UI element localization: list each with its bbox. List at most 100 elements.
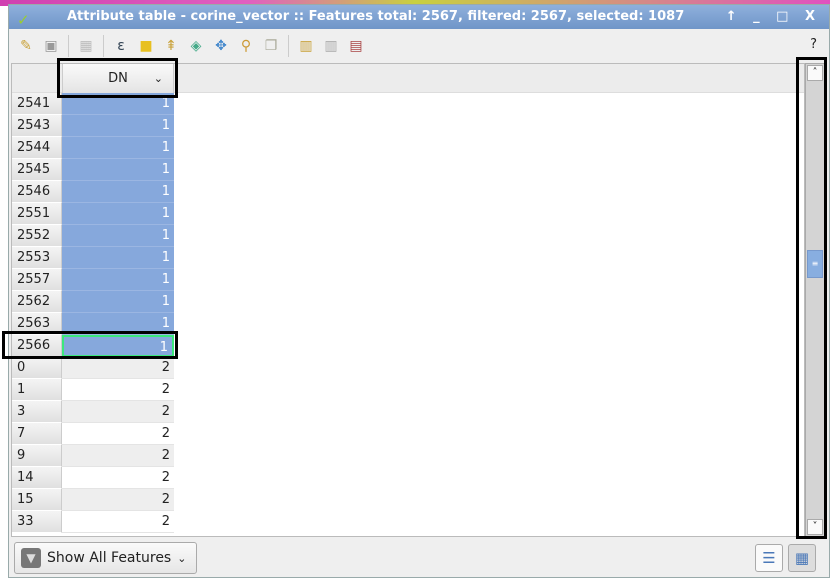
- row-header[interactable]: 2551: [12, 203, 62, 225]
- table-row[interactable]: 33 2: [12, 511, 174, 533]
- table-row[interactable]: 2566 1: [12, 335, 174, 357]
- form-view-icon: ☰: [762, 549, 776, 567]
- dn-cell[interactable]: 1: [62, 137, 174, 159]
- dn-cell[interactable]: 1: [62, 115, 174, 137]
- dn-cell[interactable]: 1: [62, 269, 174, 291]
- delete-selected-icon[interactable]: ▦: [75, 35, 97, 57]
- table-row[interactable]: 14 2: [12, 467, 174, 489]
- row-header[interactable]: 3: [12, 401, 62, 423]
- dn-cell[interactable]: 2: [62, 423, 174, 445]
- attribute-table: DN ⌄ 2541 1 2543 1 2544 1 2545 1 2546 1 2551 1 2552 1 2…: [11, 63, 805, 537]
- dn-cell[interactable]: 2: [62, 467, 174, 489]
- table-row[interactable]: 2562 1: [12, 291, 174, 313]
- window-controls[interactable]: ↑ _ □ X: [726, 5, 821, 29]
- dn-cell[interactable]: 1: [62, 291, 174, 313]
- table-view-icon: ▦: [794, 549, 810, 567]
- expression-select-icon[interactable]: ε: [110, 35, 132, 57]
- copy-icon[interactable]: ❐: [260, 35, 282, 57]
- row-header[interactable]: 14: [12, 467, 62, 489]
- attribute-table-window: ✓ Attribute table - corine_vector :: Fea…: [8, 4, 830, 578]
- table-row[interactable]: 32: [12, 401, 174, 423]
- table-row[interactable]: 2552 1: [12, 225, 174, 247]
- row-header[interactable]: 7: [12, 423, 62, 445]
- table-row[interactable]: 2543 1: [12, 115, 174, 137]
- row-header[interactable]: 9: [12, 445, 62, 467]
- table-row[interactable]: 12: [12, 379, 174, 401]
- table-row[interactable]: 2541 1: [12, 93, 174, 115]
- help-button[interactable]: ?: [810, 37, 817, 52]
- dn-cell[interactable]: 2: [62, 401, 174, 423]
- column-header-dn[interactable]: DN ⌄: [62, 64, 174, 93]
- chevron-down-icon: ⌄: [177, 551, 187, 565]
- dn-cell[interactable]: 1: [62, 225, 174, 247]
- row-header[interactable]: 2562: [12, 291, 62, 313]
- zoom-to-selection-icon[interactable]: ⚲: [235, 35, 257, 57]
- move-selection-top-icon[interactable]: ⇞: [160, 35, 182, 57]
- dn-cell[interactable]: 1: [62, 159, 174, 181]
- row-header[interactable]: 33: [12, 511, 62, 533]
- scroll-down-button[interactable]: ˅: [807, 519, 823, 535]
- row-header[interactable]: 2557: [12, 269, 62, 291]
- form-view-button[interactable]: ☰: [755, 544, 783, 572]
- dn-cell[interactable]: 1: [62, 335, 174, 357]
- table-row[interactable]: 2546 1: [12, 181, 174, 203]
- row-header[interactable]: 2546: [12, 181, 62, 203]
- separator: [288, 35, 289, 57]
- filter-label: Show All Features: [47, 550, 172, 566]
- row-header[interactable]: 2566: [12, 335, 62, 357]
- table-row[interactable]: 2551 1: [12, 203, 174, 225]
- toolbar: ✎ ▣ ▦ ε ■ ⇞ ◈ ✥ ⚲ ❐ ▥ ▥ ▤ ?: [9, 31, 829, 61]
- scroll-up-button[interactable]: ˄: [807, 65, 823, 81]
- vertical-scrollbar[interactable]: ˄ ≡ ˅: [805, 63, 825, 537]
- scrollbar-thumb[interactable]: ≡: [807, 250, 823, 278]
- new-column-icon[interactable]: ▥: [295, 35, 317, 57]
- column-label: DN: [108, 71, 128, 86]
- dn-cell[interactable]: 2: [62, 379, 174, 401]
- row-header[interactable]: 1: [12, 379, 62, 401]
- dn-cell[interactable]: 1: [62, 313, 174, 335]
- table-row[interactable]: 15 2: [12, 489, 174, 511]
- dn-cell[interactable]: 2: [62, 511, 174, 533]
- separator: [103, 35, 104, 57]
- table-row[interactable]: 2557 1: [12, 269, 174, 291]
- filter-icon: ▼: [21, 548, 41, 568]
- dn-cell[interactable]: 2: [62, 489, 174, 511]
- deselect-icon[interactable]: ■: [135, 35, 157, 57]
- table-row[interactable]: 72: [12, 423, 174, 445]
- delete-column-icon[interactable]: ▥: [320, 35, 342, 57]
- row-header[interactable]: 2553: [12, 247, 62, 269]
- row-header[interactable]: 0: [12, 357, 62, 379]
- table-row[interactable]: 02: [12, 357, 174, 379]
- row-header[interactable]: 2541: [12, 93, 62, 115]
- row-header[interactable]: 2543: [12, 115, 62, 137]
- pencil-icon[interactable]: ✎: [15, 35, 37, 57]
- field-calculator-icon[interactable]: ▤: [345, 35, 367, 57]
- dn-cell[interactable]: 2: [62, 357, 174, 379]
- pan-to-selection-icon[interactable]: ✥: [210, 35, 232, 57]
- table-row[interactable]: 2563 1: [12, 313, 174, 335]
- dn-cell[interactable]: 1: [62, 93, 174, 115]
- row-header[interactable]: 2545: [12, 159, 62, 181]
- chevron-down-icon: ⌄: [153, 72, 163, 85]
- title-bar: ✓ Attribute table - corine_vector :: Fea…: [9, 5, 829, 29]
- invert-selection-icon[interactable]: ◈: [185, 35, 207, 57]
- dn-cell[interactable]: 1: [62, 203, 174, 225]
- table-row[interactable]: 2544 1: [12, 137, 174, 159]
- row-header[interactable]: 2544: [12, 137, 62, 159]
- table-row[interactable]: 2545 1: [12, 159, 174, 181]
- table-row[interactable]: 92: [12, 445, 174, 467]
- row-header[interactable]: 15: [12, 489, 62, 511]
- table-view-button[interactable]: ▦: [788, 544, 816, 572]
- window-title: Attribute table - corine_vector :: Featu…: [67, 9, 685, 24]
- dn-cell[interactable]: 1: [62, 181, 174, 203]
- row-header[interactable]: 2552: [12, 225, 62, 247]
- save-icon[interactable]: ▣: [40, 35, 62, 57]
- table-header: DN ⌄: [12, 64, 804, 93]
- dn-cell[interactable]: 1: [62, 247, 174, 269]
- feature-filter-dropdown[interactable]: ▼ Show All Features ⌄: [14, 542, 197, 574]
- bottom-bar: ▼ Show All Features ⌄ ☰ ▦: [9, 539, 829, 579]
- table-row[interactable]: 2553 1: [12, 247, 174, 269]
- dn-cell[interactable]: 2: [62, 445, 174, 467]
- separator: [68, 35, 69, 57]
- row-header[interactable]: 2563: [12, 313, 62, 335]
